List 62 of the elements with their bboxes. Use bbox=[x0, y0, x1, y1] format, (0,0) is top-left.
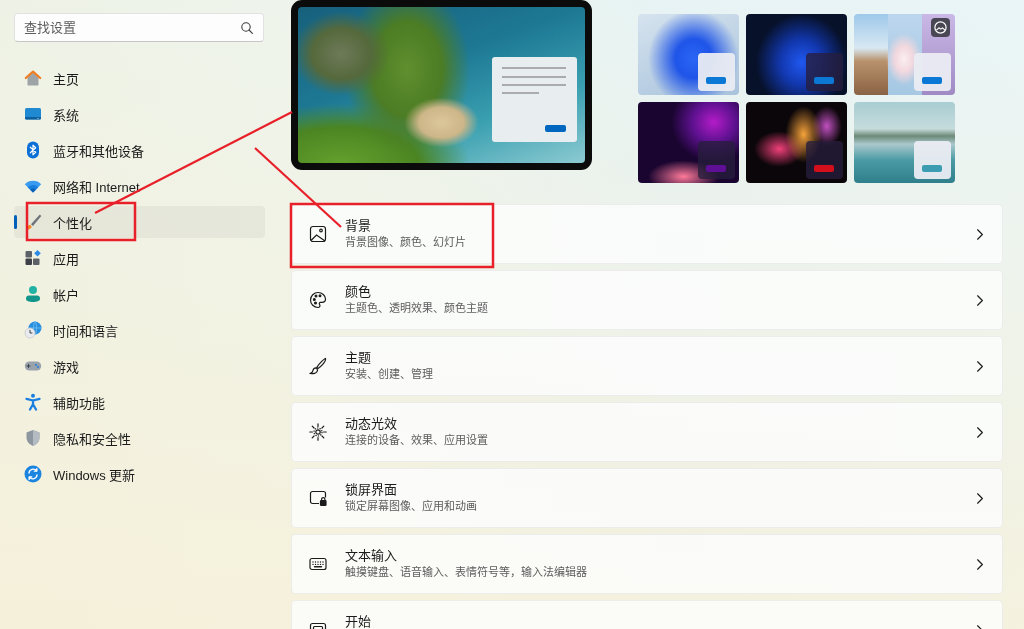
row-title: 锁屏界面 bbox=[345, 482, 397, 497]
theme-thumbnail[interactable] bbox=[638, 102, 739, 183]
monitor-icon bbox=[24, 105, 42, 123]
search-field[interactable]: 查找设置 bbox=[14, 13, 264, 42]
chevron-right-icon bbox=[977, 558, 983, 570]
accessibility-icon bbox=[24, 393, 42, 411]
settings-row[interactable]: 动态光效 连接的设备、效果、应用设置 bbox=[291, 402, 1003, 462]
globe-clock-icon bbox=[24, 321, 42, 339]
nav-item[interactable]: 时间和语言 bbox=[14, 314, 265, 346]
row-description: 锁定屏幕图像、应用和动画 bbox=[345, 499, 477, 514]
nav-item[interactable]: 系统 bbox=[14, 98, 265, 130]
row-title: 背景 bbox=[345, 218, 371, 233]
shield-icon bbox=[24, 429, 42, 447]
nav-item[interactable]: 主页 bbox=[14, 62, 265, 94]
nav-item[interactable]: Windows 更新 bbox=[14, 458, 265, 490]
chevron-right-icon bbox=[977, 294, 983, 306]
row-description: 连接的设备、效果、应用设置 bbox=[345, 433, 488, 448]
row-title: 动态光效 bbox=[345, 416, 397, 431]
selection-indicator-icon bbox=[14, 215, 17, 229]
person-icon bbox=[24, 285, 42, 303]
settings-row[interactable]: 锁屏界面 锁定屏幕图像、应用和动画 bbox=[291, 468, 1003, 528]
row-description: 安装、创建、管理 bbox=[345, 367, 433, 382]
monitor-lock-icon bbox=[309, 489, 327, 507]
nav-item[interactable]: 帐户 bbox=[14, 278, 265, 310]
palette-icon bbox=[309, 291, 327, 309]
theme-thumbnail[interactable] bbox=[746, 14, 847, 95]
row-title: 颜色 bbox=[345, 284, 371, 299]
settings-row[interactable]: 主题 安装、创建、管理 bbox=[291, 336, 1003, 396]
settings-row[interactable]: 文本输入 触摸键盘、语音输入、表情符号等，输入法编辑器 bbox=[291, 534, 1003, 594]
brush-icon bbox=[309, 357, 327, 375]
row-description: 背景图像、颜色、幻灯片 bbox=[345, 235, 466, 250]
theme-thumbnail[interactable] bbox=[746, 102, 847, 183]
chevron-right-icon bbox=[977, 426, 983, 438]
chevron-right-icon bbox=[977, 228, 983, 240]
nav-item[interactable]: 游戏 bbox=[14, 350, 265, 382]
image-icon bbox=[309, 225, 327, 243]
nav-item[interactable]: 隐私和安全性 bbox=[14, 422, 265, 454]
row-title: 文本输入 bbox=[345, 548, 397, 563]
nav-item[interactable]: 个性化 bbox=[14, 206, 265, 238]
theme-thumbnail[interactable] bbox=[854, 14, 955, 95]
search-icon[interactable] bbox=[241, 22, 253, 34]
apps-grid-icon bbox=[24, 249, 42, 267]
row-title: 开始 bbox=[345, 614, 371, 629]
sync-icon bbox=[24, 465, 42, 483]
settings-row[interactable]: 颜色 主题色、透明效果、颜色主题 bbox=[291, 270, 1003, 330]
row-title: 主题 bbox=[345, 350, 371, 365]
nav-item[interactable]: 蓝牙和其他设备 bbox=[14, 134, 265, 166]
settings-row[interactable]: 背景 背景图像、颜色、幻灯片 bbox=[291, 204, 1003, 264]
home-icon bbox=[24, 69, 42, 87]
nav-item[interactable]: 网络和 Internet bbox=[14, 170, 265, 202]
settings-row[interactable]: 开始 bbox=[291, 600, 1003, 629]
nav-item[interactable]: 应用 bbox=[14, 242, 265, 274]
keyboard-icon bbox=[309, 555, 327, 573]
theme-thumbnail[interactable] bbox=[854, 102, 955, 183]
theme-thumbnail[interactable] bbox=[638, 14, 739, 95]
chevron-right-icon bbox=[977, 360, 983, 372]
nav-item[interactable]: 辅助功能 bbox=[14, 386, 265, 418]
bluetooth-icon bbox=[24, 141, 42, 159]
chevron-right-icon bbox=[977, 492, 983, 504]
row-description: 触摸键盘、语音输入、表情符号等，输入法编辑器 bbox=[345, 565, 587, 580]
light-rays-icon bbox=[309, 423, 327, 441]
row-description: 主题色、透明效果、颜色主题 bbox=[345, 301, 488, 316]
